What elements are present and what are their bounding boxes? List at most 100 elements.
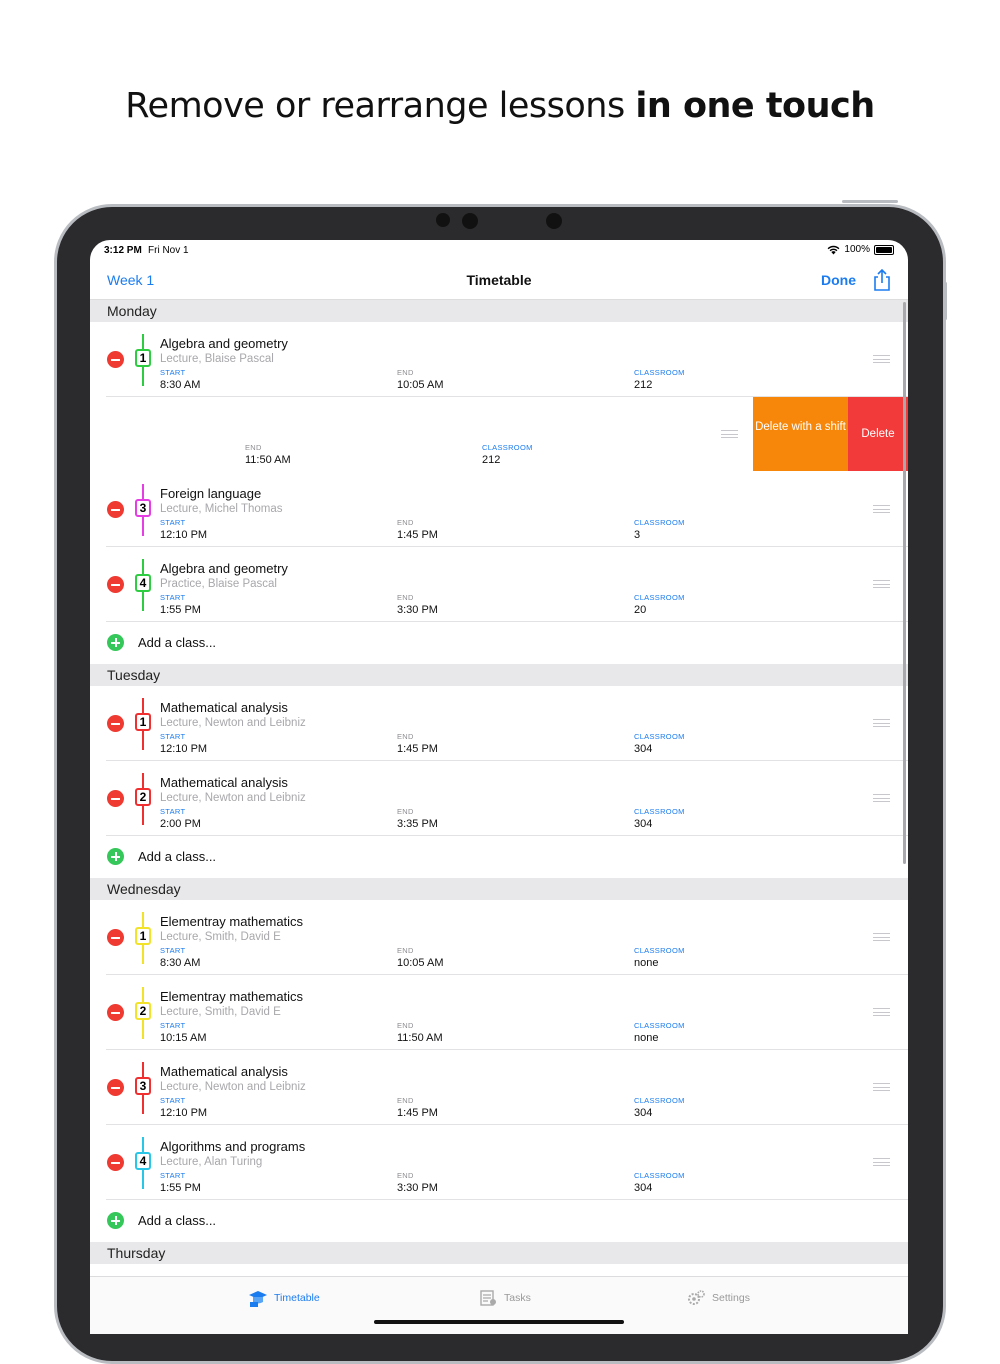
lesson-number-marker: 2 <box>134 987 152 1039</box>
add-class-row[interactable]: Add a class... <box>90 836 908 878</box>
tab-settings[interactable]: Settings <box>686 1289 750 1307</box>
reorder-handle-icon[interactable] <box>873 794 890 802</box>
lesson-subject: Foreign language <box>160 486 262 501</box>
lesson-teacher: Lecture, Blaise Pascal <box>160 353 274 365</box>
lesson-row[interactable]: 2 Elementray mathematics Lecture, Smith, D… <box>90 975 908 1050</box>
lesson-row[interactable]: 3 Foreign language Lecture, Michel Thomas S… <box>90 472 908 547</box>
start-label: START <box>160 1171 186 1180</box>
classroom-value: 3 <box>634 529 641 541</box>
day-header: Monday <box>90 300 908 322</box>
end-label: END <box>397 593 414 602</box>
lesson-number: 4 <box>135 574 151 592</box>
lesson-number: 4 <box>135 1152 151 1170</box>
classroom-label: CLASSROOM <box>634 732 685 741</box>
day-header: Thursday <box>90 1242 908 1264</box>
share-icon[interactable] <box>872 269 892 291</box>
end-label: END <box>397 1021 414 1030</box>
app-screen: 3:12 PM Fri Nov 1 100% Week 1 Timetable … <box>90 240 908 1334</box>
start-label: START <box>160 946 186 955</box>
lesson-row[interactable]: 2 Mathematical analysis Lecture, Newton an… <box>90 761 908 836</box>
classroom-value: 212 <box>482 454 501 466</box>
classroom-value: none <box>634 1032 659 1044</box>
classroom-value: none <box>634 957 659 969</box>
reorder-handle-icon[interactable] <box>873 1083 890 1091</box>
delete-lesson-button[interactable] <box>107 351 124 368</box>
lesson-row[interactable]: 1 Algebra and geometry Lecture, Blaise Pas… <box>90 322 908 397</box>
reorder-handle-icon[interactable] <box>873 1158 890 1166</box>
classroom-label: CLASSROOM <box>634 1021 685 1030</box>
reorder-handle-icon[interactable] <box>873 355 890 363</box>
end-label: END <box>397 807 414 816</box>
delete-lesson-button[interactable] <box>107 1079 124 1096</box>
delete-lesson-button[interactable] <box>107 1004 124 1021</box>
classroom-label: CLASSROOM <box>634 518 685 527</box>
delete-lesson-button[interactable] <box>107 576 124 593</box>
classroom-value: 20 <box>634 604 647 616</box>
lesson-subject: Algorithms and programs <box>160 1139 306 1154</box>
reorder-handle-icon[interactable] <box>873 1008 890 1016</box>
tab-timetable[interactable]: Timetable <box>248 1289 320 1307</box>
start-label: START <box>160 518 186 527</box>
day-header: Wednesday <box>90 878 908 900</box>
lesson-number: 2 <box>135 1002 151 1020</box>
reorder-handle-icon[interactable] <box>873 719 890 727</box>
start-time: 12:10 PM <box>160 1107 208 1119</box>
scrollbar[interactable] <box>903 302 906 864</box>
swiped-lesson-row[interactable]: eometryPascalENDCLASSROOM11:50 AM212Dele… <box>90 397 908 472</box>
camera-lens <box>462 213 478 229</box>
reorder-handle-icon[interactable] <box>873 933 890 941</box>
start-label: START <box>160 1096 186 1105</box>
battery-percent: 100% <box>844 244 870 255</box>
delete-lesson-button[interactable] <box>107 929 124 946</box>
end-label: END <box>397 946 414 955</box>
start-label: START <box>160 1021 186 1030</box>
delete-lesson-button[interactable] <box>107 715 124 732</box>
tab-tasks-label: Tasks <box>504 1292 531 1304</box>
lesson-row[interactable]: 4 Algorithms and programs Lecture, Alan Tu… <box>90 1125 908 1200</box>
start-time: 10:15 AM <box>160 1032 207 1044</box>
delete-lesson-button[interactable] <box>107 1154 124 1171</box>
lesson-teacher: Lecture, Newton and Leibniz <box>160 717 306 729</box>
lesson-subject: Mathematical analysis <box>160 1064 288 1079</box>
add-class-label: Add a class... <box>138 1213 217 1228</box>
volume-button <box>944 282 947 320</box>
delete-button[interactable]: Delete <box>848 397 908 471</box>
lesson-teacher: Lecture, Alan Turing <box>160 1156 263 1168</box>
reorder-handle-icon[interactable] <box>721 430 738 438</box>
add-icon[interactable] <box>107 1212 124 1229</box>
lesson-number: 3 <box>135 1077 151 1095</box>
lesson-teacher: Lecture, Newton and Leibniz <box>160 792 306 804</box>
battery-icon <box>874 244 894 255</box>
lesson-number: 1 <box>135 927 151 945</box>
lesson-number-marker: 1 <box>134 334 152 386</box>
swiped-content: eometryPascalENDCLASSROOM11:50 AM212 <box>90 397 756 472</box>
tab-tasks[interactable]: Tasks <box>478 1289 531 1307</box>
add-class-row[interactable]: Add a class... <box>90 622 908 664</box>
lesson-number-marker: 3 <box>134 484 152 536</box>
lesson-teacher: Practice, Blaise Pascal <box>160 578 277 590</box>
lesson-number-marker: 1 <box>134 698 152 750</box>
delete-with-shift-button[interactable]: Delete with a shift <box>753 397 848 471</box>
timetable-list[interactable]: Monday 1 Algebra and geometry Lecture, Blai… <box>90 300 908 1291</box>
home-indicator[interactable] <box>374 1320 624 1324</box>
lesson-row[interactable]: 4 Algebra and geometry Practice, Blaise Pa… <box>90 547 908 622</box>
lesson-row[interactable]: 1 Elementray mathematics Lecture, Smith, D… <box>90 900 908 975</box>
add-class-row[interactable]: Add a class... <box>90 1200 908 1242</box>
status-time: 3:12 PM <box>104 245 142 256</box>
sensor-dot <box>546 213 562 229</box>
end-time: 11:50 AM <box>245 454 291 466</box>
reorder-handle-icon[interactable] <box>873 580 890 588</box>
delete-lesson-button[interactable] <box>107 790 124 807</box>
add-icon[interactable] <box>107 634 124 651</box>
done-button[interactable]: Done <box>821 272 856 288</box>
add-class-label: Add a class... <box>138 849 217 864</box>
lesson-row[interactable]: 3 Mathematical analysis Lecture, Newton an… <box>90 1050 908 1125</box>
lesson-teacher: Lecture, Newton and Leibniz <box>160 1081 306 1093</box>
reorder-handle-icon[interactable] <box>873 505 890 513</box>
end-time: 10:05 AM <box>397 957 444 969</box>
end-time: 1:45 PM <box>397 743 438 755</box>
add-icon[interactable] <box>107 848 124 865</box>
tab-bar: Timetable Tasks Settings <box>90 1276 908 1334</box>
lesson-row[interactable]: 1 Mathematical analysis Lecture, Newton an… <box>90 686 908 761</box>
delete-lesson-button[interactable] <box>107 501 124 518</box>
